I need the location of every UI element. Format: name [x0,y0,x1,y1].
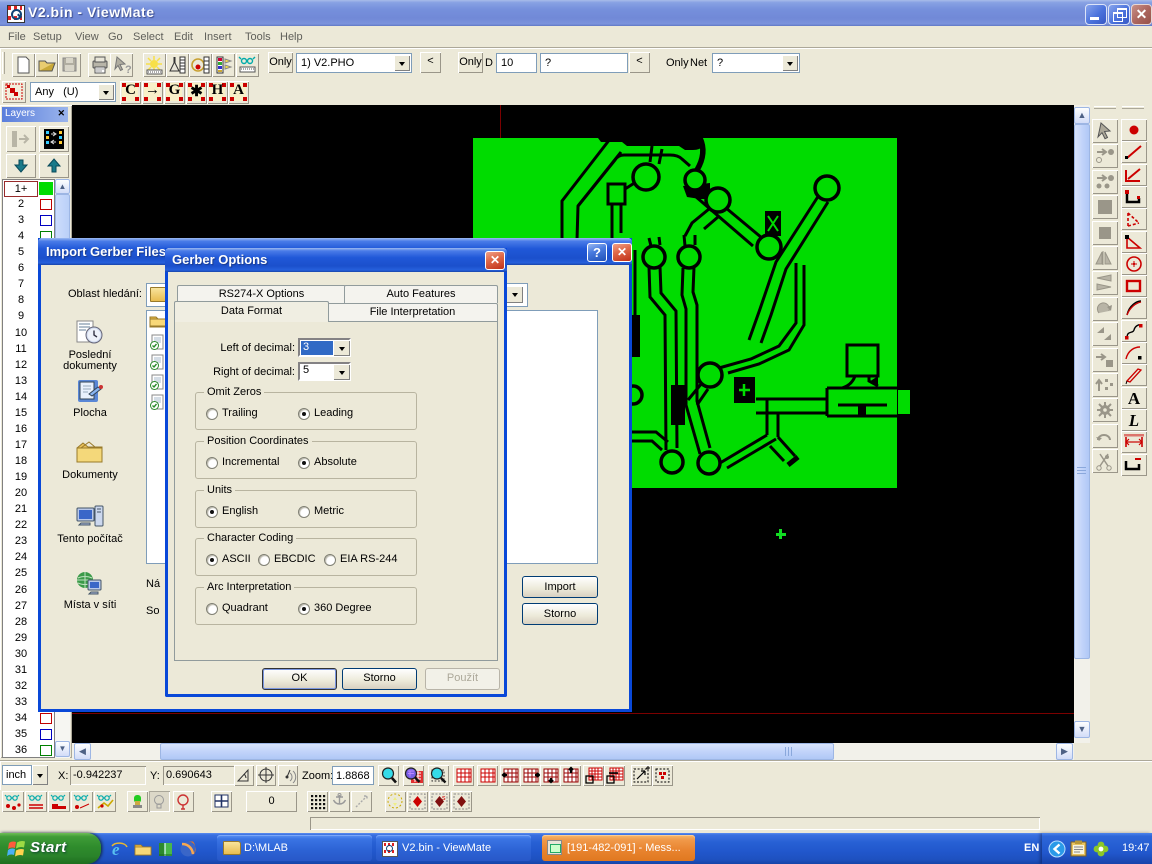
svg-text:?: ? [125,64,132,76]
svg-text:s: s [442,795,446,802]
svg-text:A: A [1128,389,1141,408]
svg-text:L: L [1128,411,1139,430]
